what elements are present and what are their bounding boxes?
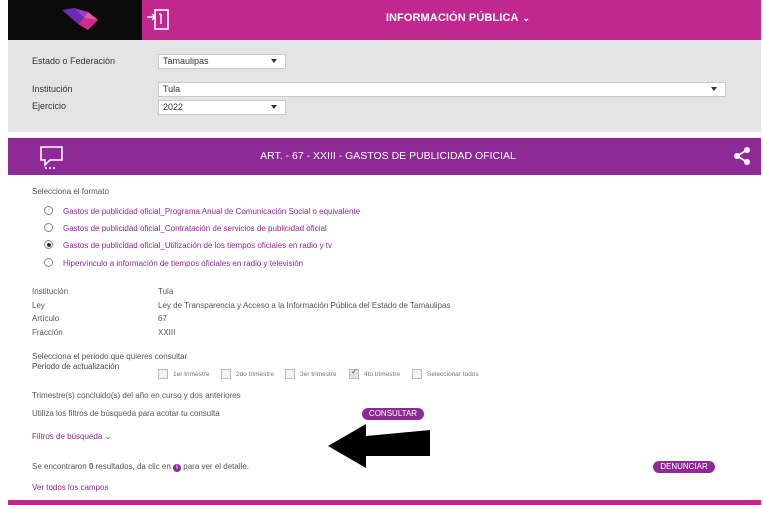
- checkbox-4to[interactable]: [349, 367, 359, 379]
- institucion-select[interactable]: Tula: [158, 82, 726, 97]
- filters-panel: Estado o Federación Tamaulipas Instituci…: [8, 40, 761, 132]
- annotation-arrow-icon: [328, 424, 430, 468]
- dropdown-arrow-icon: [711, 87, 717, 91]
- info-icon: i: [173, 464, 182, 472]
- top-bar: INFORMACIÓN PÚBLICA ⌄: [8, 0, 761, 40]
- checkbox-1er-label: 1er trimestre: [173, 371, 210, 378]
- radio-button[interactable]: [44, 258, 53, 267]
- results-prefix: Se encontraron: [32, 462, 87, 471]
- consultar-button[interactable]: CONSULTAR: [362, 408, 424, 420]
- estado-label: Estado o Federación: [32, 56, 116, 66]
- checkbox-1er[interactable]: [158, 369, 168, 379]
- institucion-label: Institución: [32, 84, 73, 94]
- radio-button-selected[interactable]: [44, 240, 53, 249]
- period-prompt: Selecciona el periodo que quieres consul…: [32, 352, 188, 361]
- institucion-select-value: Tula: [163, 84, 181, 94]
- chat-icon: [40, 146, 63, 169]
- radio-button[interactable]: [44, 206, 53, 215]
- format-option-label: Gastos de publicidad oficial_Contratació…: [63, 224, 327, 233]
- info-institucion-label: Institución: [32, 287, 69, 296]
- results-text: Se encontraron 0 resultados, da clic en …: [32, 462, 249, 472]
- section-title: ART. - 67 - XXIII - GASTOS DE PUBLICIDAD…: [260, 150, 516, 162]
- dropdown-arrow-icon: [271, 59, 277, 63]
- checkbox-3er-label: 3er trimestre: [300, 371, 337, 378]
- chevron-down-icon: ⌄: [522, 13, 531, 23]
- estado-select-value: Tamaulipas: [163, 56, 209, 66]
- section-banner: ART. - 67 - XXIII - GASTOS DE PUBLICIDAD…: [8, 138, 761, 175]
- chevron-down-icon: ⌄: [104, 432, 112, 441]
- format-option-label: Hipervínculo a información de tiempos of…: [63, 259, 304, 268]
- info-articulo-value: 67: [158, 314, 167, 323]
- share-icon[interactable]: [733, 146, 751, 166]
- login-icon[interactable]: [146, 8, 172, 32]
- ejercicio-select-value: 2022: [163, 102, 184, 112]
- logo[interactable]: [8, 0, 142, 40]
- checkbox-select-all-label: Seleccionar todos: [427, 371, 479, 378]
- search-filters-label: Filtros de búsqueda: [32, 432, 103, 441]
- ejercicio-select[interactable]: 2022: [158, 100, 286, 115]
- logo-icon: [62, 8, 98, 30]
- checkbox-3er[interactable]: [285, 369, 295, 379]
- info-institucion-value: Tula: [158, 287, 174, 296]
- search-filters-toggle[interactable]: Filtros de búsqueda ⌄: [32, 432, 111, 441]
- estado-select[interactable]: Tamaulipas: [158, 54, 286, 69]
- results-mid: resultados, da clic en: [95, 462, 171, 471]
- dropdown-arrow-icon: [271, 105, 277, 109]
- info-fraccion-label: Fracción: [32, 328, 63, 337]
- denunciar-button[interactable]: DENUNCIAR: [653, 461, 715, 473]
- info-ley-value: Ley de Transparencia y Acceso a la Infor…: [158, 301, 451, 310]
- public-info-menu[interactable]: INFORMACIÓN PÚBLICA ⌄: [308, 12, 608, 24]
- checkbox-2do-label: 2do trimestre: [236, 371, 274, 378]
- results-suffix: para ver el detalle.: [183, 462, 250, 471]
- info-ley-label: Ley: [32, 301, 45, 310]
- view-all-fields-link[interactable]: Ver todos los campos: [32, 483, 108, 492]
- search-hint: Utiliza los filtros de búsqueda para aco…: [32, 409, 220, 418]
- bottom-bar: [8, 500, 761, 505]
- public-info-menu-label: INFORMACIÓN PÚBLICA: [385, 12, 519, 24]
- checkbox-4to-label: 4to trimestre: [364, 371, 401, 378]
- period-note: Trimestre(s) concluido(s) del año en cur…: [32, 391, 241, 400]
- checkbox-select-all[interactable]: [412, 369, 422, 379]
- format-option-label: Gastos de publicidad oficial_Programa An…: [63, 207, 361, 216]
- info-fraccion-value: XXIII: [158, 328, 176, 337]
- ejercicio-label: Ejercicio: [32, 101, 67, 111]
- format-prompt: Selecciona el formato: [32, 187, 109, 196]
- results-count: 0: [88, 462, 94, 471]
- radio-button[interactable]: [44, 223, 53, 232]
- checkbox-2do[interactable]: [221, 369, 231, 379]
- period-label: Periodo de actualización: [32, 362, 120, 371]
- format-option-label: Gastos de publicidad oficial_Utilización…: [63, 241, 333, 250]
- info-articulo-label: Artículo: [32, 314, 60, 323]
